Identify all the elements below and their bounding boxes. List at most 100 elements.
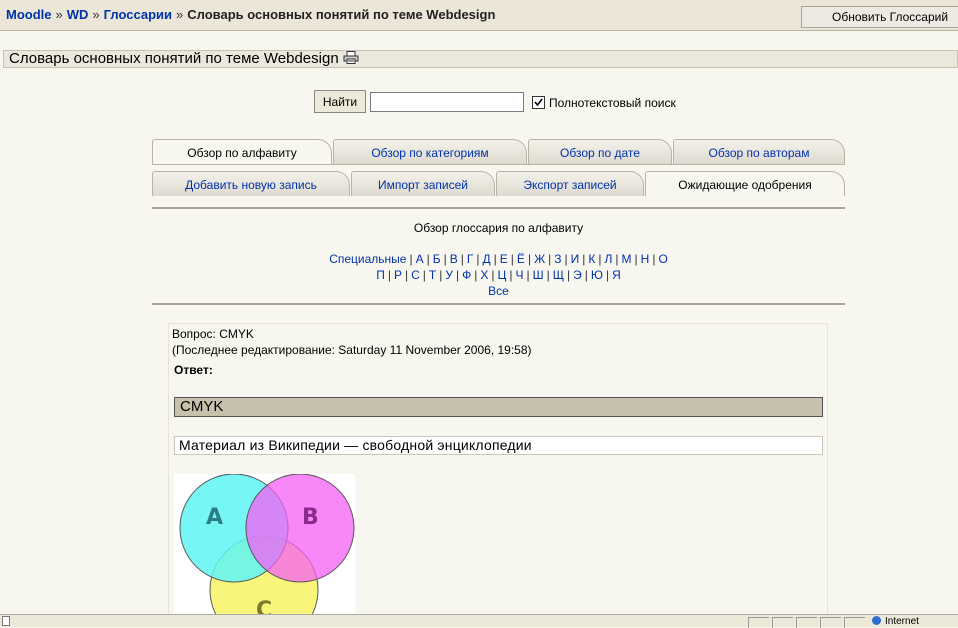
letters-line-3: Все [152, 284, 845, 298]
letter-separator: | [426, 252, 430, 266]
printer-icon[interactable] [343, 51, 359, 68]
letter-separator: | [460, 252, 464, 266]
letter-link[interactable]: О [658, 252, 667, 266]
letter-separator: | [409, 252, 413, 266]
tab-row-divider [152, 164, 845, 165]
letter-link[interactable]: К [588, 252, 595, 266]
letter-link[interactable]: Б [433, 252, 441, 266]
letter-separator: | [510, 252, 514, 266]
update-glossary-button[interactable]: Обновить Глоссарий [801, 6, 958, 28]
breadcrumb: Moodle» WD» Глоссарии» Словарь основных пон… [6, 7, 495, 22]
tab-add-entry[interactable]: Добавить новую запись [152, 171, 350, 196]
letter-link[interactable]: Л [605, 252, 613, 266]
letter-separator: | [606, 268, 610, 282]
fulltext-checkbox[interactable] [532, 96, 545, 109]
venn-label-a: A [206, 505, 223, 530]
venn-label-c: C [256, 598, 272, 614]
status-panel [772, 617, 793, 628]
globe-icon [872, 616, 881, 625]
letter-separator: | [476, 252, 480, 266]
breadcrumb-glossaries[interactable]: Глоссарии [104, 7, 172, 22]
letter-link[interactable]: Ч [516, 268, 524, 282]
breadcrumb-wd[interactable]: WD [67, 7, 89, 22]
letter-separator: | [652, 252, 656, 266]
letter-separator: | [509, 268, 513, 282]
fulltext-search-option[interactable]: Полнотекстовый поиск [532, 96, 676, 110]
letter-link[interactable]: Э [573, 268, 582, 282]
entry-last-edited: (Последнее редактирование: Saturday 11 N… [172, 343, 532, 357]
letter-separator: | [387, 268, 391, 282]
letters-line-2: П | Р | С | Т | У | Ф | Х | Ц | Ч | Ш | Щ | Э | Ю | Я [152, 268, 845, 282]
letter-separator: | [564, 252, 568, 266]
tab-date[interactable]: Обзор по дате [528, 139, 672, 164]
alphabet-title: Обзор глоссария по алфавиту [413, 221, 584, 235]
letter-link[interactable]: И [571, 252, 580, 266]
letter-separator: | [567, 268, 571, 282]
breadcrumb-separator: » [92, 7, 100, 22]
letter-separator: | [634, 252, 638, 266]
letter-link[interactable]: У [445, 268, 453, 282]
tab-categories[interactable]: Обзор по категориям [333, 139, 527, 164]
letter-link[interactable]: Т [429, 268, 436, 282]
letter-link[interactable]: Ю [591, 268, 603, 282]
letter-link[interactable]: А [416, 252, 424, 266]
letter-separator: | [474, 268, 478, 282]
letter-link[interactable]: Г [467, 252, 474, 266]
breadcrumb-separator: » [176, 7, 184, 22]
entry-answer-label: Ответ: [174, 363, 213, 377]
letter-link[interactable]: М [622, 252, 632, 266]
status-panel [844, 617, 865, 628]
letters-line-1: Специальные | А | Б | В | Г | Д | Е | Ё | Ж | З | И | К | Л | М | Н |… [152, 252, 845, 266]
letter-link[interactable]: Я [612, 268, 621, 282]
letter-separator: | [546, 268, 550, 282]
letter-separator: | [526, 268, 530, 282]
letter-link[interactable]: Ё [517, 252, 525, 266]
letter-separator: | [493, 252, 497, 266]
venn-label-b: B [302, 505, 319, 530]
letter-link[interactable]: Х [480, 268, 488, 282]
tab-alphabet[interactable]: Обзор по алфавиту [152, 139, 332, 164]
letter-link[interactable]: Р [394, 268, 402, 282]
tab-pending-approval[interactable]: Ожидающие одобрения [645, 171, 845, 196]
search-button[interactable]: Найти [314, 90, 366, 113]
letter-link[interactable]: Е [500, 252, 508, 266]
status-panel [796, 617, 817, 628]
search-input[interactable] [370, 92, 524, 112]
letter-separator: | [491, 268, 495, 282]
letter-separator: | [404, 268, 409, 282]
letter-link[interactable]: Щ [553, 268, 564, 282]
letter-separator: | [422, 268, 426, 282]
cmyk-venn-image: A B C [174, 474, 355, 614]
letter-link[interactable]: Ж [534, 252, 545, 266]
letter-link[interactable]: В [450, 252, 458, 266]
letter-link[interactable]: П [376, 268, 385, 282]
alphabet-browse: Обзор глоссария по алфавиту Специальные |… [152, 207, 845, 305]
letter-separator: | [455, 268, 460, 282]
entry-term-header: CMYK [174, 397, 823, 417]
breadcrumb-moodle[interactable]: Moodle [6, 7, 52, 22]
tab-authors[interactable]: Обзор по авторам [673, 139, 845, 164]
page-title-text: Словарь основных понятий по теме Webdesi… [9, 50, 339, 67]
status-bar: Internet [0, 614, 958, 628]
status-panel [820, 617, 841, 628]
letter-separator: | [615, 252, 619, 266]
breadcrumb-separator: » [55, 7, 63, 22]
letter-link[interactable]: Ц [497, 268, 506, 282]
letter-link[interactable]: Н [641, 252, 650, 266]
letter-separator: | [527, 252, 532, 266]
letter-link[interactable]: Ф [462, 268, 471, 282]
letter-separator: | [443, 252, 447, 266]
letter-all-link[interactable]: Все [488, 284, 509, 298]
letter-separator: | [598, 252, 602, 266]
navigation-bar: Moodle» WD» Глоссарии» Словарь основных пон… [0, 0, 958, 31]
letter-link[interactable]: Ш [533, 268, 544, 282]
letter-link[interactable]: С [411, 268, 420, 282]
tab-import[interactable]: Импорт записей [351, 171, 495, 196]
letter-separator: | [548, 252, 552, 266]
letter-link[interactable]: Д [483, 252, 491, 266]
letter-link[interactable]: З [554, 252, 561, 266]
status-panel [748, 617, 769, 628]
tab-export[interactable]: Экспорт записей [496, 171, 644, 196]
letter-special-link[interactable]: Специальные [329, 252, 406, 266]
zone-label: Internet [885, 616, 919, 627]
